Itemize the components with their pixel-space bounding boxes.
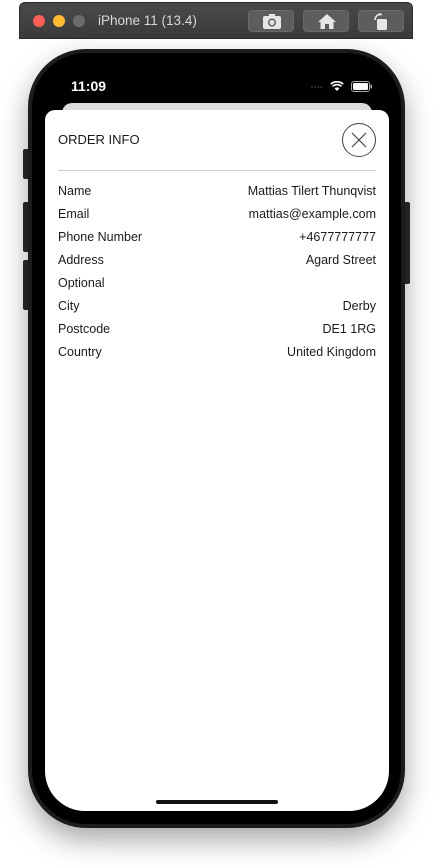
order-info-list: Name Mattias Tilert Thunqvist Email matt… xyxy=(58,183,376,367)
info-label: Postcode xyxy=(58,322,111,336)
info-label: Country xyxy=(58,345,102,359)
zoom-window-button[interactable] xyxy=(73,15,85,27)
info-value: Agard Street xyxy=(305,253,376,267)
home-icon xyxy=(318,14,336,29)
wifi-icon xyxy=(329,81,344,92)
rotate-icon xyxy=(374,13,387,30)
battery-icon xyxy=(351,81,372,93)
home-button[interactable] xyxy=(303,10,349,32)
simulator-device-label: iPhone 11 (13.4) xyxy=(98,13,197,28)
sheet-title: ORDER INFO xyxy=(58,132,140,147)
title-divider xyxy=(58,170,376,171)
screenshot-button[interactable] xyxy=(248,10,294,32)
info-value: DE1 1RG xyxy=(322,322,377,336)
info-label: Email xyxy=(58,207,90,221)
close-window-button[interactable] xyxy=(33,15,45,27)
info-value: +4677777777 xyxy=(299,230,376,244)
info-label: Phone Number xyxy=(58,230,143,244)
status-icons xyxy=(311,78,373,96)
close-button[interactable] xyxy=(342,123,376,157)
info-label: City xyxy=(58,299,80,313)
phone-screen: 11:09 ORDER INFO Name Mattias Tilert Thu… xyxy=(45,66,389,811)
close-icon xyxy=(351,132,367,148)
minimize-window-button[interactable] xyxy=(53,15,65,27)
status-time: 11:09 xyxy=(71,78,107,94)
rotate-button[interactable] xyxy=(358,10,404,32)
signal-dots-icon xyxy=(311,85,322,88)
simulator-titlebar: iPhone 11 (13.4) xyxy=(19,2,413,39)
info-value: United Kingdom xyxy=(287,345,376,359)
info-value: Mattias Tilert Thunqvist xyxy=(247,184,376,198)
info-label: Address xyxy=(58,253,104,267)
info-row-city: City Derby xyxy=(58,298,376,321)
info-row-optional: Optional xyxy=(58,275,376,298)
info-row-country: Country United Kingdom xyxy=(58,344,376,367)
info-label: Name xyxy=(58,184,92,198)
info-row-email: Email mattias@example.com xyxy=(58,206,376,229)
notch xyxy=(123,66,311,94)
info-row-postcode: Postcode DE1 1RG xyxy=(58,321,376,344)
info-row-address: Address Agard Street xyxy=(58,252,376,275)
info-label: Optional xyxy=(58,276,105,290)
info-value: Derby xyxy=(342,299,376,313)
camera-icon xyxy=(263,14,281,29)
order-info-sheet: ORDER INFO Name Mattias Tilert Thunqvist… xyxy=(45,110,389,811)
info-value: mattias@example.com xyxy=(248,207,376,221)
info-row-name: Name Mattias Tilert Thunqvist xyxy=(58,183,376,206)
home-indicator[interactable] xyxy=(156,800,278,804)
info-row-phone: Phone Number +4677777777 xyxy=(58,229,376,252)
